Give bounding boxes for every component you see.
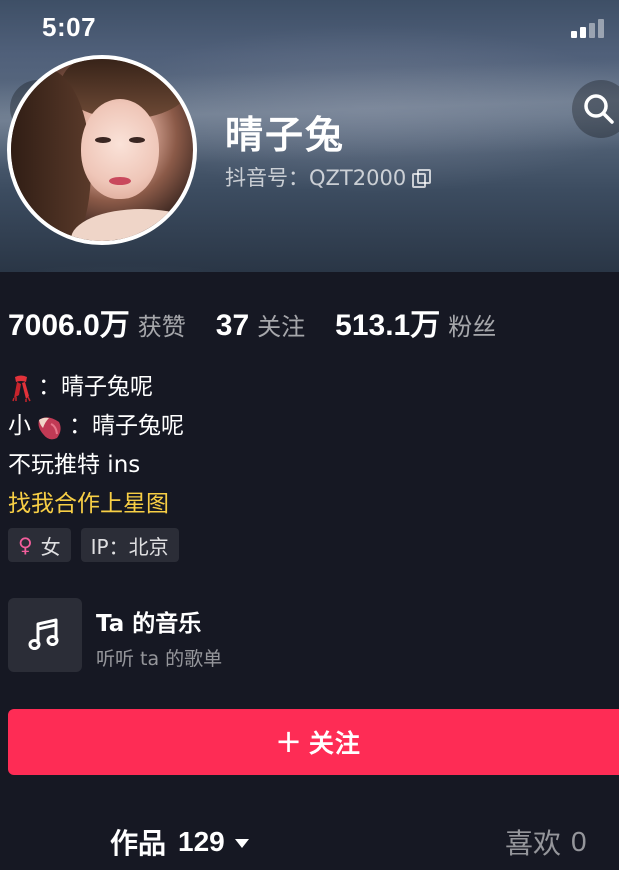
stat-value: 7006.0万 [8, 309, 130, 342]
follow-button[interactable]: + 关注 [8, 709, 619, 775]
bio-text: ：晴子兔呢 [69, 413, 184, 439]
bio-link[interactable]: 找我合作上星图 [8, 485, 184, 524]
profile-tags: ♀ 女 IP：北京 [8, 528, 179, 562]
follow-label: 关注 [308, 729, 361, 758]
tab-works-label: 作品 [110, 827, 167, 860]
profile-bio: ：晴子兔呢 小 ：晴子兔呢 不玩推特 ins 找我合作上星图 [8, 368, 184, 524]
music-note-icon [28, 618, 59, 650]
douyin-id[interactable]: 抖音号：QZT2000 [225, 162, 432, 192]
tab-likes-label: 喜欢 [505, 827, 562, 860]
status-time: 5:07 [42, 12, 97, 42]
profile-name: 晴子兔 [225, 113, 346, 157]
search-icon [584, 94, 614, 124]
caret-down-icon[interactable] [234, 838, 249, 848]
female-icon: ♀ [18, 533, 33, 557]
gender-tag: ♀ 女 [8, 528, 71, 562]
profile-stats: 7006.0万 获赞 37 关注 513.1万 粉丝 [8, 300, 526, 344]
copy-icon[interactable] [412, 169, 432, 188]
bio-line: ：晴子兔呢 [8, 368, 184, 407]
bio-line: 小 ：晴子兔呢 [8, 407, 184, 446]
douyin-id-text: 抖音号：QZT2000 [225, 166, 407, 190]
lipstick-icon [38, 416, 61, 439]
stat-likes[interactable]: 7006.0万 获赞 [8, 300, 186, 344]
stat-followers[interactable]: 513.1万 粉丝 [335, 300, 496, 344]
ip-tag: IP：北京 [80, 528, 179, 562]
search-button[interactable] [572, 80, 619, 138]
tab-likes[interactable]: 喜欢 0 [505, 822, 587, 862]
signal-icon [571, 18, 607, 38]
scarf-icon [12, 375, 31, 402]
gender-text: 女 [40, 534, 61, 559]
bio-line: 不玩推特 ins [8, 452, 141, 478]
stat-label: 关注 [257, 313, 306, 341]
stat-value: 37 [215, 309, 250, 342]
music-card[interactable]: Ta 的音乐 听听 ta 的歌单 [8, 598, 608, 672]
music-subtitle: 听听 ta 的歌单 [96, 648, 223, 670]
avatar[interactable] [7, 55, 197, 245]
ip-text: IP：北京 [90, 534, 169, 559]
tab-likes-count: 0 [571, 826, 587, 857]
stat-following[interactable]: 37 关注 [216, 307, 305, 343]
music-thumbnail [8, 598, 82, 672]
tab-works-count: 129 [178, 826, 225, 857]
plus-icon: + [275, 721, 303, 760]
stat-label: 粉丝 [448, 313, 497, 341]
stat-value: 513.1万 [335, 309, 441, 342]
stat-label: 获赞 [137, 313, 186, 341]
tab-works[interactable]: 作品 129 [110, 822, 249, 862]
music-title: Ta 的音乐 [96, 611, 202, 637]
bio-text: 小 [8, 413, 31, 439]
profile-header: 5:07 晴子兔 抖音号：QZT2000 [0, 0, 619, 272]
bio-text: ：晴子兔呢 [38, 374, 153, 400]
